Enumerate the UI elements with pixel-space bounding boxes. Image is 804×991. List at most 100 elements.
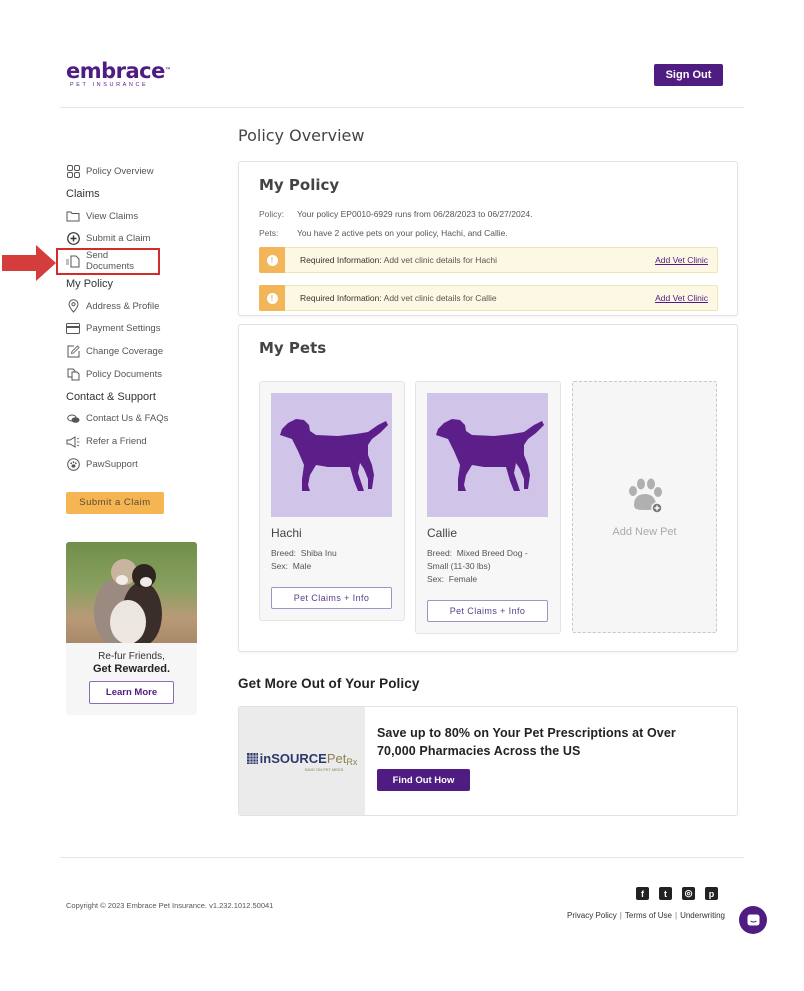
send-document-icon xyxy=(66,254,80,268)
required-info-alert: ! Required Information: Add vet clinic d… xyxy=(259,285,718,311)
sidebar-item-label: Submit a Claim xyxy=(86,233,151,245)
twitter-icon[interactable]: t xyxy=(659,887,672,900)
my-pets-card: My Pets Hachi Breed: Shiba Inu Sex: Male… xyxy=(238,324,738,652)
paw-plus-icon xyxy=(625,477,665,520)
pet-card-callie: Callie Breed: Mixed Breed Dog - Small (1… xyxy=(415,381,561,634)
policy-label: Policy: xyxy=(259,209,285,219)
copyright-text: Copyright © 2023 Embrace Pet Insurance. … xyxy=(66,901,274,910)
annotation-arrow-icon xyxy=(2,245,56,281)
required-info-alert: ! Required Information: Add vet clinic d… xyxy=(259,247,718,273)
alert-text: Required Information: Add vet clinic det… xyxy=(300,293,497,303)
promo-line-2: Get Rewarded. xyxy=(92,663,171,675)
pet-claims-info-button[interactable]: Pet Claims + Info xyxy=(427,600,548,622)
pet-sex: Female xyxy=(448,574,478,584)
sidebar-item-label: Address & Profile xyxy=(86,300,160,312)
sidebar-item-label: Refer a Friend xyxy=(86,436,147,448)
sidebar-item-label: Change Coverage xyxy=(86,345,164,357)
location-pin-icon xyxy=(66,299,80,313)
dog-silhouette-icon xyxy=(427,393,548,517)
claims-heading: Claims xyxy=(66,187,100,200)
sidebar-item-change-coverage[interactable]: Change Coverage xyxy=(66,340,206,363)
offer-text: Save up to 80% on Your Pet Prescriptions… xyxy=(377,726,676,758)
learn-more-button[interactable]: Learn More xyxy=(89,681,174,704)
megaphone-icon xyxy=(66,435,80,449)
footer: Copyright © 2023 Embrace Pet Insurance. … xyxy=(60,857,744,987)
header: embrace™ PET INSURANCE Sign Out xyxy=(60,0,744,108)
privacy-policy-link[interactable]: Privacy Policy xyxy=(567,911,617,920)
sidebar-item-label: View Claims xyxy=(86,210,139,222)
sidebar-item-label: Send Documents xyxy=(86,250,135,273)
sidebar-item-refer-friend[interactable]: Refer a Friend xyxy=(66,430,206,453)
dogs-photo xyxy=(66,542,197,646)
alert-text: Required Information: Add vet clinic det… xyxy=(300,255,498,265)
dog-silhouette-icon xyxy=(271,393,392,517)
sidebar-item-submit-claim[interactable]: Submit a Claim xyxy=(66,227,206,250)
paw-circle-icon xyxy=(66,457,80,471)
find-out-how-button[interactable]: Find Out How xyxy=(377,769,470,791)
pets-text: You have 2 active pets on your policy, H… xyxy=(297,228,508,238)
documents-icon xyxy=(66,367,80,381)
submit-claim-button[interactable]: Submit a Claim xyxy=(66,491,164,514)
plus-circle-icon xyxy=(66,232,80,246)
pets-label: Pets: xyxy=(259,228,279,238)
social-links: f t ◎ p xyxy=(636,887,718,900)
promo-line-1: Re-fur Friends, xyxy=(98,651,165,662)
referral-promo: Re-fur Friends, Get Rewarded. Learn More xyxy=(66,542,197,715)
insource-petrx-logo: inSOURCE Pet Rx SAVE ON PET MEDS xyxy=(239,707,365,815)
contact-support-heading: Contact & Support xyxy=(66,390,156,403)
sign-out-button[interactable]: Sign Out xyxy=(654,64,723,86)
underwriting-link[interactable]: Underwriting xyxy=(680,911,725,920)
facebook-icon[interactable]: f xyxy=(636,887,649,900)
instagram-icon[interactable]: ◎ xyxy=(682,887,695,900)
add-new-pet-card[interactable]: Add New Pet xyxy=(572,381,717,633)
pet-sex: Male xyxy=(292,561,312,571)
sidebar-item-label: Contact Us & FAQs xyxy=(86,413,169,425)
warning-icon: ! xyxy=(259,285,285,311)
building-icon xyxy=(246,753,258,764)
sidebar-item-address-profile[interactable]: Address & Profile xyxy=(66,295,206,318)
logo-text: embrace xyxy=(66,59,165,83)
pets-row: Pets: You have 2 active pets on your pol… xyxy=(259,228,508,238)
grid-icon xyxy=(66,164,80,178)
pet-claims-info-button[interactable]: Pet Claims + Info xyxy=(271,587,392,609)
my-policy-title: My Policy xyxy=(259,176,340,194)
insource-offer-card: inSOURCE Pet Rx SAVE ON PET MEDS Save up t… xyxy=(238,706,738,816)
sidebar-item-contact-faqs[interactable]: Contact Us & FAQs xyxy=(66,408,206,431)
pet-name: Hachi xyxy=(271,526,302,540)
edit-icon xyxy=(66,344,80,358)
sidebar-item-label: Policy Documents xyxy=(86,368,163,380)
sidebar-item-label: Payment Settings xyxy=(86,323,161,335)
sidebar: Policy Overview Claims View Claims Submi… xyxy=(56,160,206,514)
add-vet-clinic-link[interactable]: Add Vet Clinic xyxy=(655,293,708,303)
add-vet-clinic-link[interactable]: Add Vet Clinic xyxy=(655,255,708,265)
chat-bubbles-icon xyxy=(66,412,80,426)
add-new-pet-label: Add New Pet xyxy=(612,525,677,538)
sidebar-item-policy-documents[interactable]: Policy Documents xyxy=(66,363,206,386)
policy-text: Your policy EP0010-6929 runs from 06/28/… xyxy=(297,209,533,219)
page-title: Policy Overview xyxy=(238,126,365,145)
warning-icon: ! xyxy=(259,247,285,273)
pet-breed: Shiba Inu xyxy=(300,548,337,558)
pet-card-hachi: Hachi Breed: Shiba Inu Sex: Male Pet Cla… xyxy=(259,381,405,621)
sidebar-item-send-documents[interactable]: Send Documents xyxy=(56,248,160,275)
sidebar-item-payment-settings[interactable]: Payment Settings xyxy=(66,317,206,340)
chat-launcher-button[interactable] xyxy=(739,906,767,934)
my-policy-card: My Policy Policy: Your policy EP0010-692… xyxy=(238,161,738,316)
pet-name: Callie xyxy=(427,526,458,540)
sidebar-item-view-claims[interactable]: View Claims xyxy=(66,205,206,228)
pet-info: Breed: Mixed Breed Dog - Small (11-30 lb… xyxy=(427,548,528,584)
logo-subtitle: PET INSURANCE xyxy=(70,82,149,88)
sidebar-item-pawsupport[interactable]: PawSupport xyxy=(66,453,206,476)
sidebar-item-policy-overview[interactable]: Policy Overview xyxy=(66,160,206,183)
policy-row: Policy: Your policy EP0010-6929 runs fro… xyxy=(259,209,533,219)
credit-card-icon xyxy=(66,322,80,336)
terms-of-use-link[interactable]: Terms of Use xyxy=(625,911,672,920)
pinterest-icon[interactable]: p xyxy=(705,887,718,900)
my-pets-title: My Pets xyxy=(259,339,327,357)
embrace-logo[interactable]: embrace™ PET INSURANCE xyxy=(66,59,171,89)
get-more-title: Get More Out of Your Policy xyxy=(238,676,420,691)
pet-info: Breed: Shiba Inu Sex: Male xyxy=(271,548,337,571)
footer-links: Privacy Policy | Terms of Use | Underwri… xyxy=(567,911,725,920)
sidebar-item-label: PawSupport xyxy=(86,458,138,470)
sidebar-item-label: Policy Overview xyxy=(86,165,154,177)
